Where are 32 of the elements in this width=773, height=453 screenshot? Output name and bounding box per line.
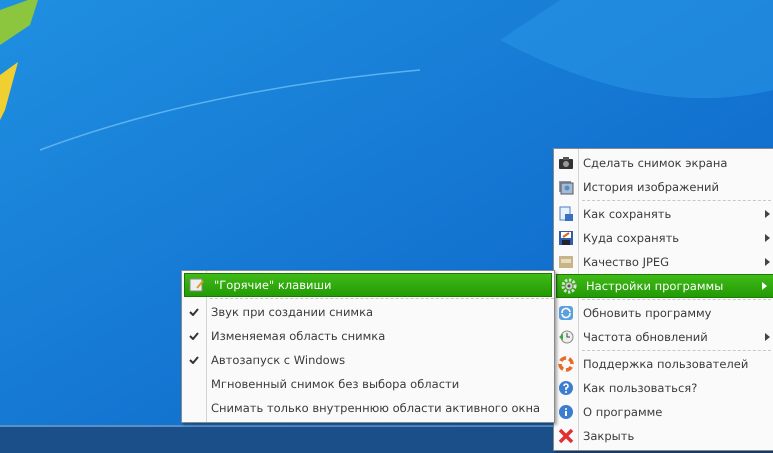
submenu-arrow-icon xyxy=(762,282,767,290)
notepad-icon xyxy=(189,277,205,293)
close-icon xyxy=(558,428,574,444)
submenu-arrow-icon xyxy=(765,333,770,341)
info-icon xyxy=(558,404,574,420)
menu-item[interactable]: Мгновенный снимок без выбора области xyxy=(182,372,554,396)
menu-item[interactable]: Как сохранять xyxy=(554,199,773,226)
document-save-icon xyxy=(558,206,574,222)
lifebuoy-icon xyxy=(558,356,574,372)
camera-icon xyxy=(558,156,574,170)
menu-item[interactable]: Изменяемая область снимка xyxy=(182,324,554,348)
clock-icon xyxy=(558,329,574,345)
help-icon xyxy=(558,380,574,396)
menu-item[interactable]: Снимать только внутреннюю области активного окна xyxy=(182,396,554,420)
menu-item[interactable]: Качество JPEG xyxy=(554,250,773,274)
menu-item[interactable]: Звук при создании снимка xyxy=(182,300,554,324)
menu-item[interactable]: Сделать снимок экрана xyxy=(554,151,773,175)
photo-stack-icon xyxy=(558,179,574,195)
menu-item[interactable]: Автозапуск с Windows xyxy=(182,348,554,372)
menu-item[interactable]: Как пользоваться? xyxy=(554,376,773,400)
submenu-arrow-icon xyxy=(765,234,770,242)
gear-icon xyxy=(561,278,577,294)
menu-item[interactable]: Обновить программу xyxy=(554,298,773,325)
menu-item[interactable]: Поддержка пользователей xyxy=(554,349,773,376)
menu-item[interactable]: История изображений xyxy=(554,175,773,199)
menu-item[interactable]: Куда сохранять xyxy=(554,226,773,250)
menu-item[interactable]: О программе xyxy=(554,400,773,424)
menu-item[interactable]: Частота обновлений xyxy=(554,325,773,349)
refresh-icon xyxy=(558,305,574,321)
image-file-icon xyxy=(558,255,574,269)
submenu-arrow-icon xyxy=(765,258,770,266)
submenu-arrow-icon xyxy=(765,210,770,218)
